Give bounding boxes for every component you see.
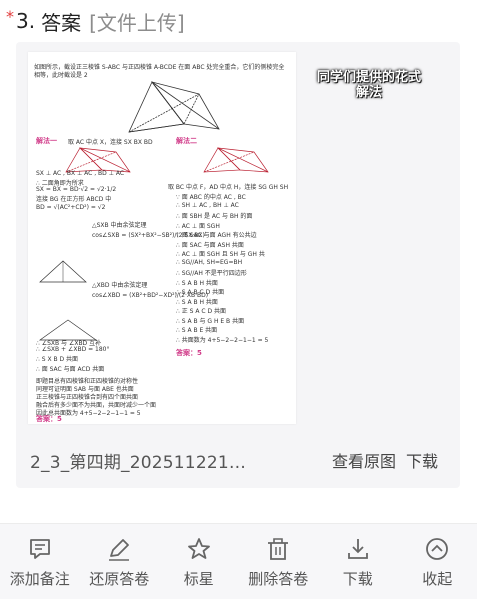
bottom-toolbar: 添加备注 还原答卷 标星 删除答卷 下载 <box>0 523 477 599</box>
solution2-line: ∴ S A B 与 G H E B 共面 <box>176 316 244 325</box>
solution1-line: ∴ S X B D 共面 <box>36 354 78 363</box>
doc-top-figure <box>124 74 224 140</box>
solution1-line: SX ⊥ AC , BX ⊥ AC , BD ⊥ AC <box>36 170 124 177</box>
add-note-label: 添加备注 <box>10 568 70 589</box>
doc-solution2-figure <box>200 144 272 178</box>
solution2-line: ∵ 面 SAC 与面 AGH 有公共边 <box>176 230 257 239</box>
solution2-line: ∴ S A B H 共面 <box>176 278 218 287</box>
delete-answer-label: 删除答卷 <box>248 568 308 589</box>
add-note-button[interactable]: 添加备注 <box>0 524 80 589</box>
solution1-line: △SXB 中由余弦定理 <box>92 220 147 229</box>
solution2-line: ∴ AC ⊥ 面 SGH <box>176 221 220 230</box>
solution2-note: 取 BC 中点 F，AD 中点 H，连接 SG GH SH <box>168 182 288 191</box>
solution2-line: ∴ SG//AH, SH=EG=BH <box>176 259 242 266</box>
download-link[interactable]: 下载 <box>406 448 438 472</box>
question-title: 答案 <box>41 7 81 36</box>
solution1-line: SX = BX = BD·√2 = √2·1/2 <box>36 186 116 193</box>
solution1-line: △XBD 中由余弦定理 <box>92 280 147 289</box>
solution1-line: 连接 BG 在正方形 ABCD 中 <box>36 194 111 203</box>
solution1-line: ∴ 面 SAC 与面 ACD 共面 <box>36 364 104 373</box>
attachment-preview-image[interactable]: 如图所示，截设正三棱锥 S-ABC 与正四棱锥 A-BCDE 在面 ABC 处完… <box>28 52 296 424</box>
question-type-tag: [文件上传] <box>89 7 185 36</box>
solution1-line: ∴ ∠SXB + ∠XBD = 180° <box>36 346 110 353</box>
collapse-label: 收起 <box>422 568 452 589</box>
star-label: 标星 <box>184 568 214 589</box>
collapse-button[interactable]: 收起 <box>398 524 477 589</box>
solution2-line: ∴ S A B H 共面 <box>176 297 218 306</box>
solution2-line: ∴ 共面数为 4+5−2−2−1−1 = 5 <box>176 335 268 344</box>
collapse-icon <box>424 536 450 562</box>
solution2-line: ∵ 面 ABC 的中点 AC , BC <box>176 192 246 201</box>
solution1-line: BD = √(AC²+CD²) = √2 <box>36 204 105 211</box>
restore-answer-button[interactable]: 还原答卷 <box>80 524 160 589</box>
solution2-line: ∴ SG//AH 不是平行四边形 <box>176 268 247 277</box>
download-button[interactable]: 下载 <box>318 524 398 589</box>
pen-icon <box>106 536 132 562</box>
solution2-line: ∴ 正 S A C D 共面 <box>176 306 226 315</box>
restore-answer-label: 还原答卷 <box>89 568 149 589</box>
doc-triangle-sketch-2 <box>38 316 98 344</box>
attachment-card: 如图所示，截设正三棱锥 S-ABC 与正四棱锥 A-BCDE 在面 ABC 处完… <box>16 42 460 488</box>
star-icon <box>186 536 212 562</box>
download-icon <box>345 536 371 562</box>
solution2-line: ∴ SH ⊥ AC , BH ⊥ AC <box>176 202 239 209</box>
solution2-line: ∴ S A B E 共面 <box>176 325 217 334</box>
question-number: 3. <box>16 9 35 33</box>
download-label: 下载 <box>343 568 373 589</box>
delete-answer-button[interactable]: 删除答卷 <box>239 524 319 589</box>
solution2-line: ∴ AC ⊥ 面 SGH 且 SH 与 GH 共 <box>176 249 265 258</box>
solution2-line: ∴ 面 SAC 与面 ASH 共面 <box>176 240 244 249</box>
question-header: * 3. 答案 [文件上传] <box>6 6 185 36</box>
trash-icon <box>265 536 291 562</box>
overlay-caption: 同学们提供的花式解法 <box>312 70 426 100</box>
comment-icon <box>27 536 53 562</box>
star-button[interactable]: 标星 <box>159 524 239 589</box>
solution1-answer: 答案：5 <box>36 414 62 424</box>
solution1-heading: 解法一 <box>36 136 57 146</box>
view-original-link[interactable]: 查看原图 <box>332 448 396 472</box>
solution2-heading: 解法二 <box>176 136 197 146</box>
doc-triangle-sketch-1 <box>38 258 88 286</box>
solution2-line: ∴ 面 SBH 是 AC 与 BH 的面 <box>176 211 252 220</box>
attachment-file-name: 2_3_第四期_202511221… <box>30 448 246 473</box>
solution2-line: ∴ S A B C D 共面 <box>176 287 224 296</box>
required-star: * <box>6 7 14 26</box>
solution2-answer: 答案：5 <box>176 348 202 358</box>
